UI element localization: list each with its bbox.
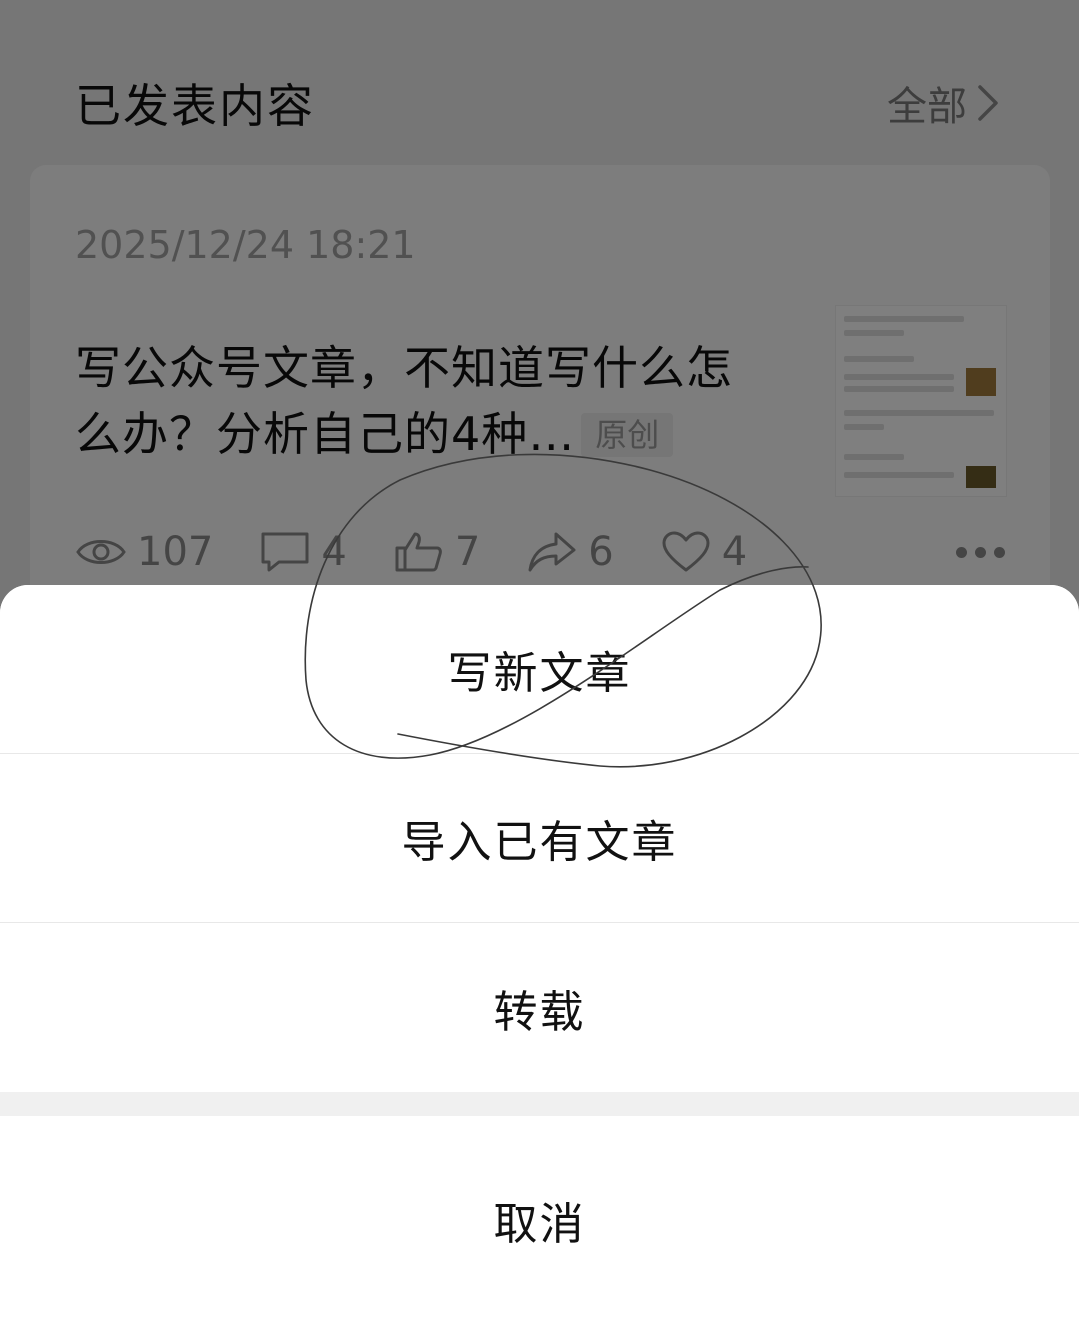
action-sheet: 写新文章 导入已有文章 转载 取消 <box>0 585 1079 1324</box>
import-article-button[interactable]: 导入已有文章 <box>0 754 1079 922</box>
write-new-article-button[interactable]: 写新文章 <box>0 585 1079 753</box>
sheet-separator <box>0 1092 1079 1116</box>
cancel-button[interactable]: 取消 <box>0 1116 1079 1324</box>
repost-button[interactable]: 转载 <box>0 923 1079 1092</box>
